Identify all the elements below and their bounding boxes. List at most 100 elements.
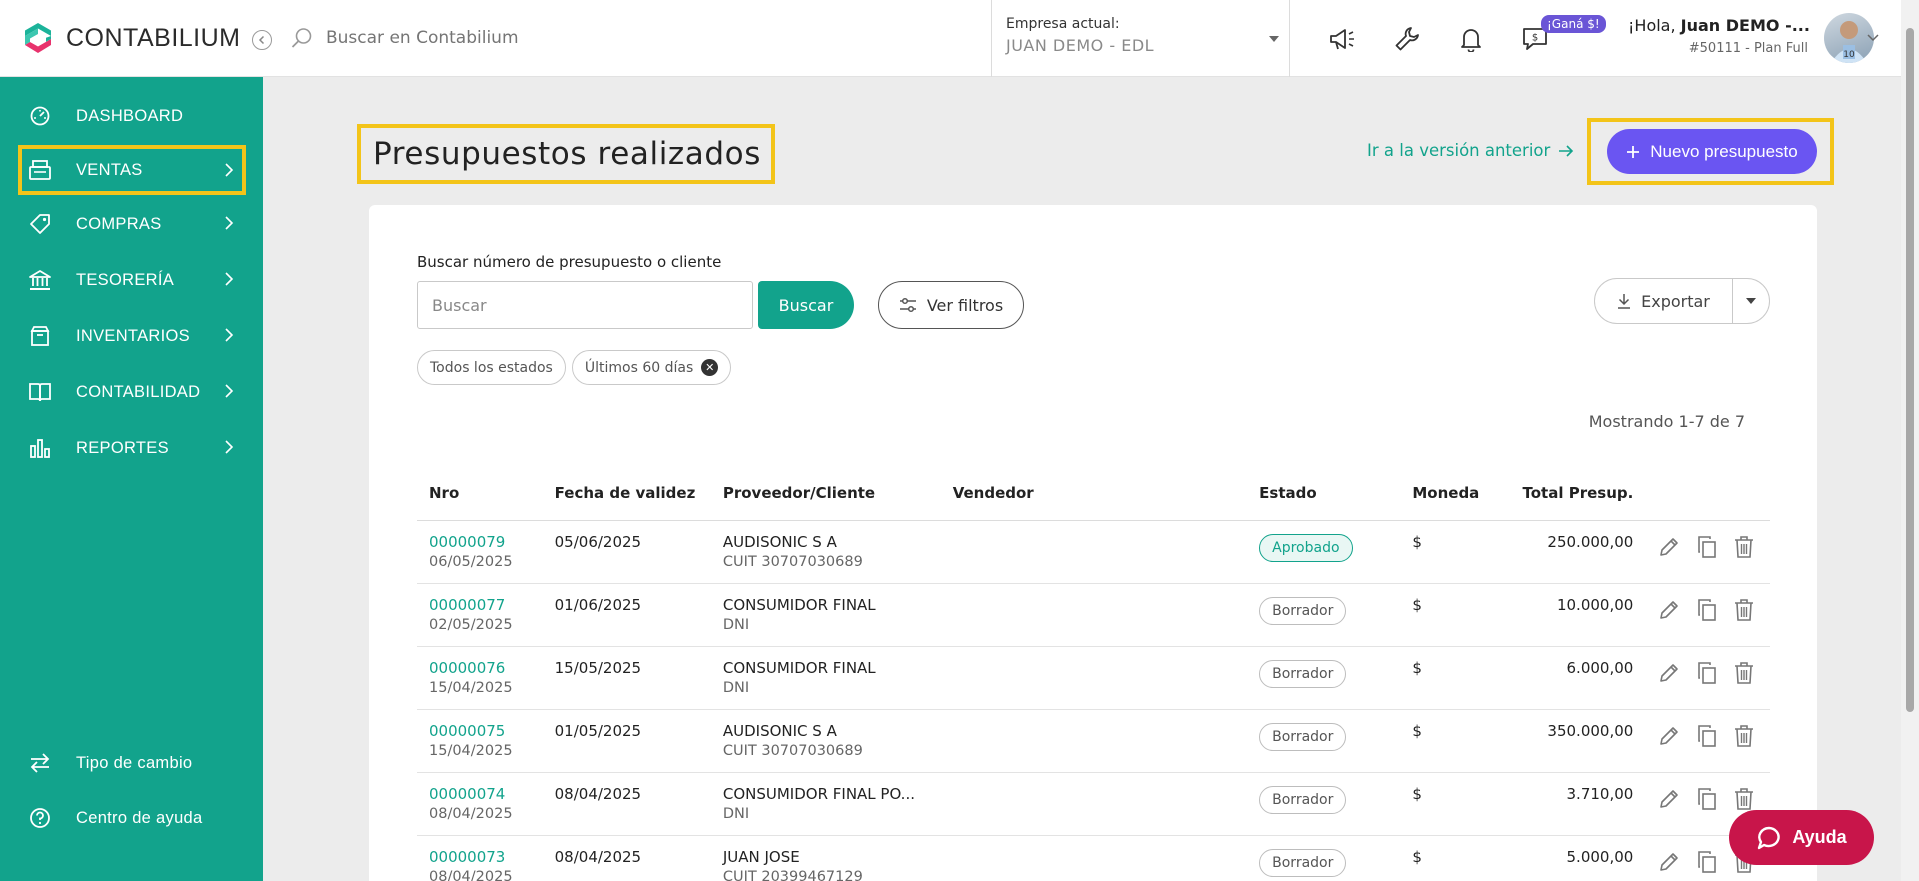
budget-number-link[interactable]: 00000075 [429, 722, 531, 740]
sidebar-item-label: TESORERÍA [76, 270, 175, 289]
sidebar-item-contabilidad[interactable]: CONTABILIDAD [18, 369, 246, 415]
remove-filter-icon[interactable]: ✕ [701, 359, 719, 376]
table-header: Nro Fecha de validez Proveedor/Cliente V… [417, 467, 1770, 521]
sidebar-item-compras[interactable]: COMPRAS [18, 201, 246, 247]
sidebar-item-inventarios[interactable]: INVENTARIOS [18, 313, 246, 359]
edit-button[interactable] [1657, 787, 1681, 815]
edit-button[interactable] [1657, 724, 1681, 752]
copy-button[interactable] [1695, 724, 1719, 752]
export-dropdown-toggle[interactable] [1733, 279, 1769, 323]
delete-button[interactable] [1733, 598, 1755, 626]
sidebar-item-tesoreria[interactable]: TESORERÍA [18, 257, 246, 303]
sidebar-item-label: Centro de ayuda [76, 808, 203, 827]
caret-down-icon [1746, 298, 1756, 304]
filters-button[interactable]: Ver filtros [878, 281, 1024, 329]
page-scrollbar[interactable] [1901, 0, 1919, 881]
gana-badge[interactable]: ¡Ganá $! [1541, 15, 1606, 33]
copy-button[interactable] [1695, 787, 1719, 815]
column-header[interactable]: Fecha de validez [542, 467, 711, 521]
cell-estado: Borrador [1247, 646, 1401, 710]
delete-button[interactable] [1733, 535, 1755, 563]
copy-icon [1698, 850, 1717, 873]
top-bar: CONTABILIUM Empresa actual: JUAN DEMO - … [0, 0, 1901, 77]
sidebar-item-label: COMPRAS [76, 214, 162, 233]
logo[interactable]: CONTABILIUM [22, 22, 241, 54]
delete-button[interactable] [1733, 724, 1755, 752]
client-doc: DNI [722, 616, 750, 633]
edit-button[interactable] [1657, 598, 1681, 626]
column-header[interactable]: Vendedor [940, 467, 1248, 521]
column-header[interactable]: Total Presup. [1507, 467, 1646, 521]
tools-button[interactable] [1392, 24, 1422, 54]
announcements-button[interactable] [1328, 24, 1358, 54]
global-search [290, 26, 746, 50]
table-row[interactable]: 00000079 06/05/2025 05/06/2025 AUDISONIC S … [417, 520, 1770, 584]
budget-date: 15/04/2025 [429, 679, 513, 696]
table-row[interactable]: 00000075 15/04/2025 01/05/2025 AUDISONIC S … [417, 709, 1770, 773]
chip-estado[interactable]: Todos los estados [417, 350, 566, 385]
sidebar-item-label: CONTABILIDAD [76, 382, 201, 401]
budget-number-link[interactable]: 00000074 [429, 785, 531, 803]
copy-button[interactable] [1695, 661, 1719, 689]
budget-number-link[interactable]: 00000076 [429, 659, 531, 677]
chevron-right-icon [225, 384, 234, 398]
export-button[interactable]: Exportar [1595, 279, 1733, 323]
sidebar-item-label: VENTAS [76, 160, 143, 179]
filters-label: Ver filtros [926, 295, 1004, 315]
client-name: CONSUMIDOR FINAL [722, 658, 876, 677]
new-budget-button[interactable]: Nuevo presupuesto [1607, 129, 1817, 174]
edit-icon [1660, 789, 1679, 808]
sidebar-item-dashboard[interactable]: DASHBOARD [18, 93, 246, 139]
table-row[interactable]: 00000076 15/04/2025 15/05/2025 CONSUMIDOR F… [417, 646, 1770, 710]
help-chat-button[interactable]: Ayuda [1729, 810, 1874, 865]
export-label: Exportar [1641, 291, 1710, 311]
status-badge: Borrador [1259, 848, 1347, 877]
cell-actions [1645, 646, 1770, 710]
table-row[interactable]: 00000073 08/04/2025 08/04/2025 JUAN JOSE CUI… [417, 835, 1770, 881]
svg-text:$: $ [1532, 33, 1538, 44]
budget-number-link[interactable]: 00000077 [429, 596, 531, 614]
budget-date: 08/04/2025 [429, 868, 513, 881]
budget-number-link[interactable]: 00000079 [429, 533, 531, 551]
budget-search-input[interactable] [417, 281, 753, 329]
sidebar: DASHBOARD VENTAS COMPRAS TESORERÍA INVEN… [0, 77, 263, 881]
client-doc: CUIT 30707030689 [722, 553, 863, 570]
copy-button[interactable] [1695, 535, 1719, 563]
old-version-link[interactable]: Ir a la versión anterior [1367, 141, 1574, 160]
scrollbar-thumb[interactable] [1906, 28, 1914, 712]
user-menu[interactable]: ¡Hola, Juan DEMO -... #50111 - Plan Full [1628, 16, 1810, 56]
notifications-button[interactable] [1456, 24, 1486, 54]
company-selector[interactable]: Empresa actual: JUAN DEMO - EDL [991, 0, 1290, 77]
cell-nro: 00000077 02/05/2025 [417, 583, 543, 647]
chevron-down-icon[interactable] [1867, 34, 1879, 42]
column-header[interactable]: Estado [1247, 467, 1401, 521]
trash-icon [1735, 535, 1754, 558]
table-row[interactable]: 00000077 02/05/2025 01/06/2025 CONSUMIDOR F… [417, 583, 1770, 647]
cell-cliente: AUDISONIC S A CUIT 30707030689 [710, 709, 941, 773]
column-header[interactable]: Proveedor/Cliente [710, 467, 941, 521]
table-row[interactable]: 00000074 08/04/2025 08/04/2025 CONSUMIDOR F… [417, 772, 1770, 836]
budget-date: 15/04/2025 [429, 742, 513, 759]
edit-button[interactable] [1657, 535, 1681, 563]
edit-button[interactable] [1657, 661, 1681, 689]
cell-vendedor [940, 520, 1248, 584]
budget-number-link[interactable]: 00000073 [429, 848, 531, 866]
copy-button[interactable] [1695, 850, 1719, 878]
sidebar-item-tipo-de-cambio[interactable]: Tipo de cambio [18, 740, 246, 786]
chip-fecha[interactable]: Últimos 60 días ✕ [571, 350, 732, 385]
cell-vendedor [940, 646, 1248, 710]
client-name: JUAN JOSE [722, 847, 800, 866]
cell-cliente: CONSUMIDOR FINAL DNI [710, 646, 941, 710]
delete-button[interactable] [1733, 661, 1755, 689]
search-button[interactable]: Buscar [758, 281, 854, 329]
global-search-input[interactable] [326, 28, 746, 48]
sidebar-item-reportes[interactable]: REPORTES [18, 425, 246, 471]
collapse-sidebar-button[interactable] [252, 30, 272, 50]
column-header[interactable]: Moneda [1400, 467, 1508, 521]
status-badge: Borrador [1259, 659, 1347, 688]
column-header[interactable]: Nro [417, 467, 543, 521]
sidebar-item-centro-de-ayuda[interactable]: Centro de ayuda [18, 795, 246, 841]
edit-button[interactable] [1657, 850, 1681, 878]
sidebar-item-ventas[interactable]: VENTAS [18, 145, 246, 195]
copy-button[interactable] [1695, 598, 1719, 626]
